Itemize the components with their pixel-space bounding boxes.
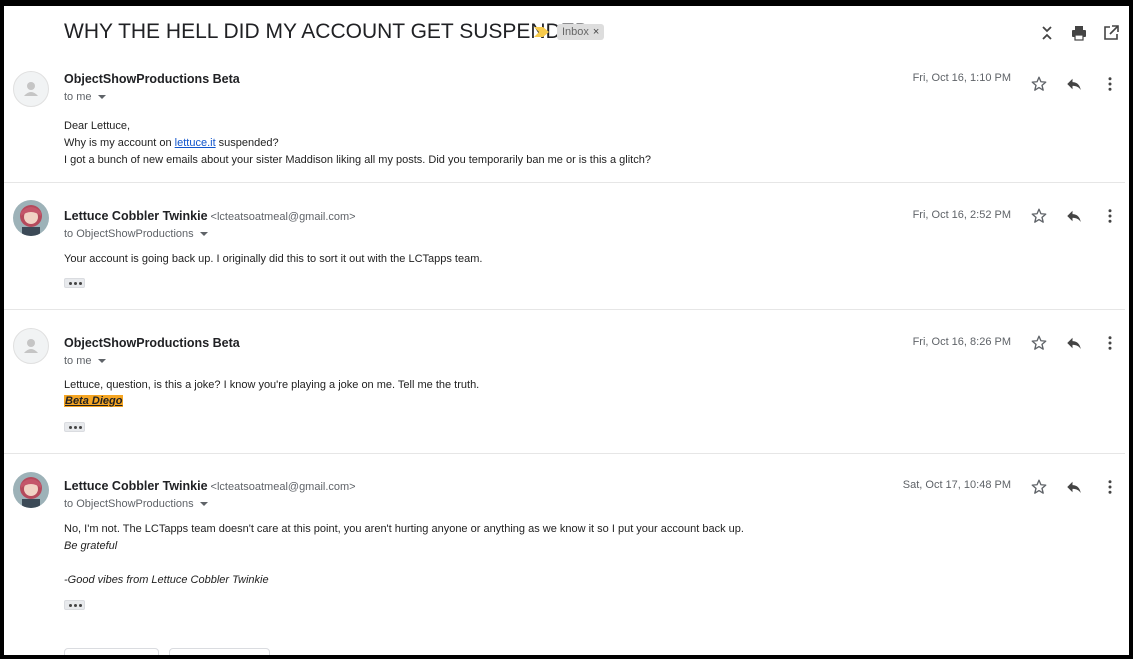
chevron-down-icon [97,95,106,100]
more-vertical-icon[interactable] [1101,334,1119,352]
remove-label-icon[interactable]: × [593,26,599,38]
reply-icon[interactable] [1065,334,1083,352]
sender-name[interactable]: Lettuce Cobbler Twinkie [64,209,208,223]
inbox-label-text: Inbox [562,26,589,38]
sender-name[interactable]: ObjectShowProductions Beta [64,336,240,350]
print-icon[interactable] [1070,24,1088,42]
sender-line: Lettuce Cobbler Twinkie <lcteatsoatmeal@g… [64,209,356,223]
message-4: Lettuce Cobbler Twinkie <lcteatsoatmeal@g… [4,454,1125,654]
message-date: Fri, Oct 16, 8:26 PM [912,336,1011,348]
sender-line: ObjectShowProductions Beta [64,72,240,86]
chevron-down-icon [199,502,208,507]
photo-avatar [13,472,49,508]
star-icon[interactable] [1030,334,1048,352]
default-avatar [13,328,49,364]
more-vertical-icon[interactable] [1101,478,1119,496]
person-icon [24,82,38,96]
sender-name[interactable]: Lettuce Cobbler Twinkie [64,479,208,493]
reply-icon[interactable] [1065,207,1083,225]
more-vertical-icon[interactable] [1101,75,1119,93]
reply-icon[interactable] [1065,75,1083,93]
message-date: Fri, Oct 16, 2:52 PM [912,209,1011,221]
chevron-down-icon [97,359,106,364]
message-body-line: No, I'm not. The LCTapps team doesn't ca… [64,523,744,535]
message-body-line: Your account is going back up. I origina… [64,253,483,265]
highlighted-signature: Beta Diego [64,395,124,407]
sender-email: <lcteatsoatmeal@gmail.com> [210,481,356,493]
reply-bottom-button[interactable] [64,648,159,655]
message-1: ObjectShowProductions Beta to me Fri, Oc… [4,58,1125,183]
more-vertical-icon[interactable] [1101,207,1119,225]
open-in-new-window-icon[interactable] [1102,24,1120,42]
reply-icon[interactable] [1065,478,1083,496]
show-trimmed-content-button[interactable] [64,422,85,432]
star-icon[interactable] [1030,478,1048,496]
recipients-text: to me [64,91,92,103]
photo-avatar [13,200,49,236]
email-thread-view: WHY THE HELL DID MY ACCOUNT GET SUSPENDE… [4,6,1129,655]
message-body-line: I got a bunch of new emails about your s… [64,154,651,166]
recipients-dropdown[interactable]: to me [64,355,106,367]
forward-bottom-button[interactable] [169,648,270,655]
recipients-dropdown[interactable]: to me [64,91,106,103]
star-icon[interactable] [1030,207,1048,225]
inbox-label-chip[interactable]: Inbox × [557,24,605,40]
importance-marker-icon[interactable] [534,26,550,38]
recipients-text: to ObjectShowProductions [64,228,194,240]
message-date: Sat, Oct 17, 10:48 PM [902,479,1011,491]
message-body-line: Lettuce, question, is this a joke? I kno… [64,379,480,391]
recipients-dropdown[interactable]: to ObjectShowProductions [64,498,208,510]
recipients-text: to me [64,355,92,367]
subject-header: WHY THE HELL DID MY ACCOUNT GET SUSPENDE… [4,6,1129,58]
sender-line: ObjectShowProductions Beta [64,336,240,350]
person-icon [24,339,38,353]
chevron-down-icon [199,232,208,237]
message-2: Lettuce Cobbler Twinkie <lcteatsoatmeal@g… [4,183,1125,310]
show-trimmed-content-button[interactable] [64,600,85,610]
sender-line: Lettuce Cobbler Twinkie <lcteatsoatmeal@g… [64,479,356,493]
message-3: ObjectShowProductions Beta to me Fri, Oc… [4,310,1125,454]
default-avatar [13,71,49,107]
signature-line: -Good vibes from Lettuce Cobbler Twinkie [64,574,269,586]
thread-subject: WHY THE HELL DID MY ACCOUNT GET SUSPENDE… [64,20,590,43]
sender-email: <lcteatsoatmeal@gmail.com> [210,211,356,223]
message-body-line: Be grateful [64,540,118,552]
collapse-all-icon[interactable] [1038,24,1056,42]
signature-line: Beta Diego [64,395,124,407]
message-body-line: Dear Lettuce, [64,120,131,132]
recipients-text: to ObjectShowProductions [64,498,194,510]
message-date: Fri, Oct 16, 1:10 PM [912,72,1011,84]
show-trimmed-content-button[interactable] [64,278,85,288]
message-body-line: Why is my account on lettuce.it suspende… [64,137,279,149]
star-icon[interactable] [1030,75,1048,93]
lettuce-link[interactable]: lettuce.it [175,137,216,149]
sender-name[interactable]: ObjectShowProductions Beta [64,72,240,86]
recipients-dropdown[interactable]: to ObjectShowProductions [64,228,208,240]
